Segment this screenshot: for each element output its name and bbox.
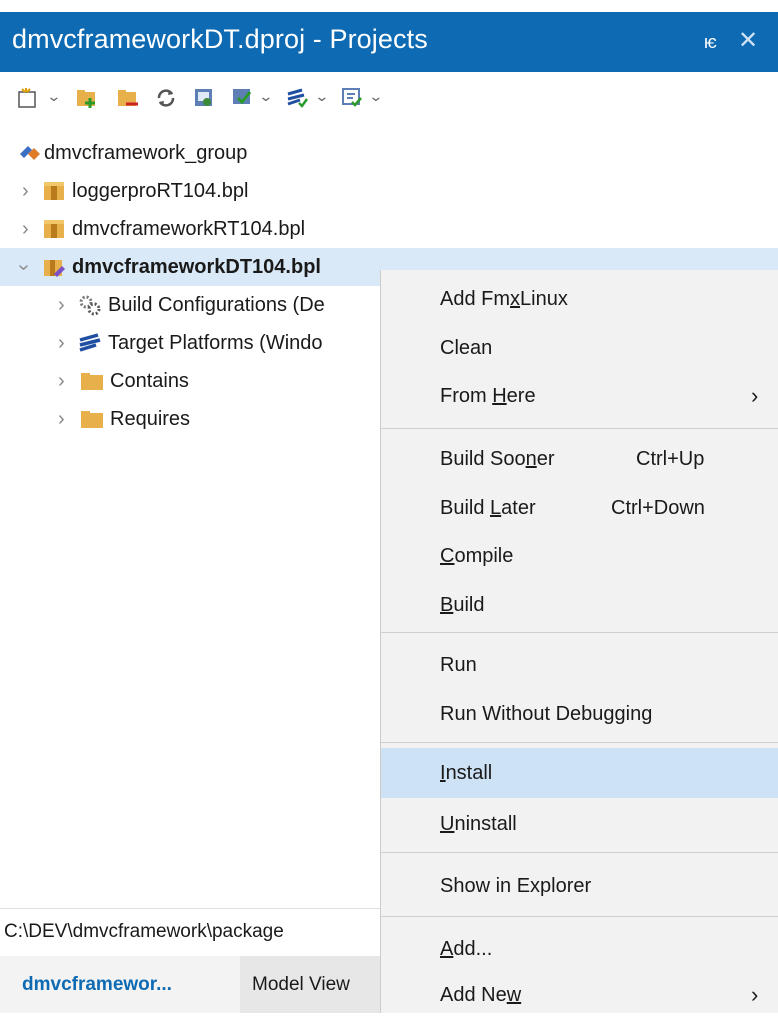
pin-icon[interactable]: ѥ (704, 32, 717, 53)
tree-item-label: loggerproRT104.bpl (72, 180, 249, 202)
menu-item-build-sooner[interactable]: Build Sooner Ctrl+Up (381, 436, 778, 482)
shortcut-label: Ctrl+Down (611, 497, 705, 519)
tree-item-label: dmvcframeworkRT104.bpl (72, 218, 306, 240)
chevron-down-icon[interactable]: › (12, 264, 35, 271)
remove-file-icon[interactable] (116, 86, 140, 110)
chevron-right-icon[interactable]: › (58, 370, 65, 393)
menu-item-compile[interactable]: Compile (381, 533, 778, 579)
package-icon (44, 182, 64, 200)
tree-item-label: dmvcframework_group (44, 142, 248, 164)
activate-icon[interactable] (340, 86, 364, 110)
tab-projects[interactable]: dmvcframewor... (22, 974, 172, 996)
tab-label: Model View (252, 974, 350, 995)
bottom-tabs: dmvcframewor... Model View (0, 956, 380, 1013)
menu-item-add[interactable]: Add... (381, 926, 778, 972)
chevron-down-icon[interactable]: ⌄ (258, 88, 273, 105)
build-icon[interactable] (192, 86, 216, 110)
menu-item-uninstall[interactable]: Uninstall (381, 801, 778, 847)
package-icon (44, 220, 64, 238)
compile-icon[interactable] (230, 86, 254, 110)
menu-item-build[interactable]: Build (381, 582, 778, 628)
project-toolbar: ⌄ ⌄ ⌄ ⌄ (0, 76, 778, 124)
gears-icon (79, 295, 101, 316)
shortcut-label: Ctrl+Up (636, 448, 705, 470)
tree-item-label: dmvcframeworkDT104.bpl (72, 256, 321, 278)
folder-icon (81, 373, 103, 390)
build-all-icon[interactable] (285, 86, 309, 110)
menu-item-add-fmxlinux[interactable]: Add FmxLinux (381, 276, 778, 322)
tree-item-label: Target Platforms (Windo (108, 332, 323, 354)
chevron-right-icon: › (751, 982, 759, 1007)
chevron-down-icon[interactable]: ⌄ (314, 88, 329, 105)
tree-item-label: Requires (110, 408, 191, 430)
menu-separator (381, 428, 778, 429)
menu-item-install[interactable]: Install (381, 748, 778, 798)
context-menu: Add FmxLinux Clean From Here › Build Soo… (380, 270, 778, 1013)
chevron-right-icon[interactable]: › (58, 408, 65, 431)
project-path: C:\DEV\dmvcframework\package (4, 921, 284, 942)
tree-item-label: Build Configurations (De (108, 294, 325, 316)
chevron-right-icon[interactable]: › (22, 218, 29, 241)
menu-item-run[interactable]: Run (381, 642, 778, 688)
tab-model-view[interactable]: Model View (240, 956, 380, 1013)
menu-item-run-without-debugging[interactable]: Run Without Debugging (381, 691, 778, 737)
menu-separator (381, 742, 778, 743)
chevron-right-icon[interactable]: › (58, 294, 65, 317)
panel-title: dmvcframeworkDT.dproj - Projects (12, 24, 428, 54)
chevron-right-icon: › (751, 383, 759, 408)
menu-item-show-in-explorer[interactable]: Show in Explorer (381, 863, 778, 909)
menu-separator (381, 632, 778, 633)
platforms-icon (79, 333, 101, 352)
design-package-icon (44, 260, 65, 277)
menu-separator (381, 916, 778, 917)
tree-item-package[interactable]: › dmvcframeworkRT104.bpl (0, 210, 778, 248)
chevron-right-icon[interactable]: › (22, 180, 29, 203)
tree-item-group[interactable]: dmvcframework_group (0, 134, 778, 172)
menu-item-build-later[interactable]: Build Later Ctrl+Down (381, 485, 778, 531)
new-item-icon[interactable] (16, 86, 40, 110)
folder-icon (81, 411, 103, 428)
path-status-bar: C:\DEV\dmvcframework\package (0, 908, 380, 955)
add-file-icon[interactable] (75, 86, 99, 110)
menu-item-add-new[interactable]: Add New › (381, 972, 778, 1018)
tree-item-label: Contains (110, 370, 189, 392)
panel-title-bar: dmvcframeworkDT.dproj - Projects ѥ ✕ (0, 12, 778, 72)
menu-item-from-here[interactable]: From Here › (381, 373, 778, 419)
chevron-down-icon[interactable]: ⌄ (368, 88, 383, 105)
refresh-icon[interactable] (154, 86, 178, 110)
chevron-down-icon[interactable]: ⌄ (46, 88, 61, 105)
menu-item-clean[interactable]: Clean (381, 325, 778, 371)
chevron-right-icon[interactable]: › (58, 332, 65, 355)
menu-separator (381, 852, 778, 853)
project-group-icon (20, 146, 40, 160)
tree-item-package[interactable]: › loggerproRT104.bpl (0, 172, 778, 210)
close-icon[interactable]: ✕ (738, 26, 758, 55)
